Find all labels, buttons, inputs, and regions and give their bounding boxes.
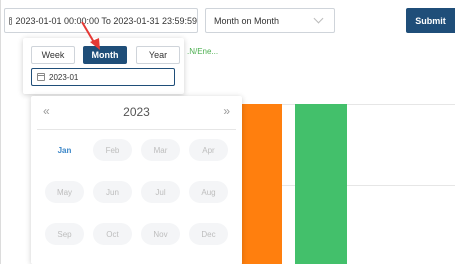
month-oct[interactable]: Oct	[93, 223, 132, 245]
comparison-mode-value: Month on Month	[214, 15, 280, 26]
submit-button[interactable]: Submit	[406, 8, 455, 33]
comparison-mode-select[interactable]: Month on Month	[205, 8, 335, 33]
month-calendar: « 2023 » Jan Feb Mar Apr May Jun Jul Aug…	[31, 96, 242, 264]
month-apr[interactable]: Apr	[189, 139, 228, 161]
calendar-divider	[37, 129, 236, 130]
month-aug[interactable]: Aug	[189, 181, 228, 203]
calendar-icon	[37, 73, 45, 81]
tab-week[interactable]: Week	[31, 46, 75, 64]
chart-bar-green	[295, 104, 347, 264]
month-jul[interactable]: Jul	[141, 181, 180, 203]
month-may[interactable]: May	[45, 181, 84, 203]
month-sep[interactable]: Sep	[45, 223, 84, 245]
month-feb[interactable]: Feb	[93, 139, 132, 161]
month-jan[interactable]: Jan	[45, 139, 84, 161]
next-year-icon[interactable]: »	[223, 104, 230, 118]
calendar-year: 2023	[123, 105, 150, 119]
legend-label: .N/Ene...	[187, 47, 219, 56]
month-dec[interactable]: Dec	[189, 223, 228, 245]
month-input[interactable]: 2023-01	[31, 68, 175, 86]
calendar-icon	[9, 16, 12, 25]
month-input-value: 2023-01	[49, 72, 79, 82]
chevron-down-icon	[313, 13, 324, 24]
tab-year[interactable]: Year	[136, 46, 180, 64]
annotation-arrow-icon	[81, 21, 100, 50]
month-jun[interactable]: Jun	[93, 181, 132, 203]
month-mar[interactable]: Mar	[141, 139, 180, 161]
month-nov[interactable]: Nov	[141, 223, 180, 245]
chart-bar-orange	[242, 104, 282, 264]
